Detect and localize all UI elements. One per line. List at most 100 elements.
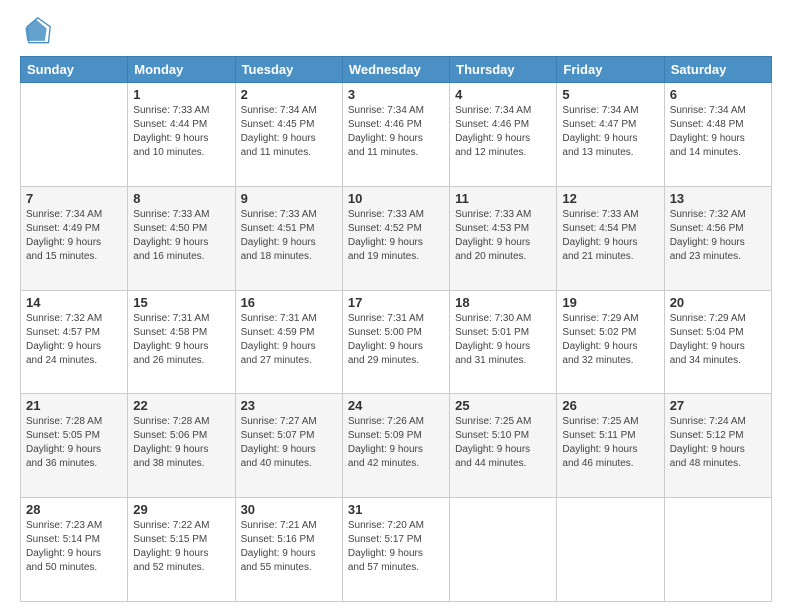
- calendar-cell: 17 Sunrise: 7:31 AMSunset: 5:00 PMDayligh…: [342, 290, 449, 394]
- calendar-cell: 30 Sunrise: 7:21 AMSunset: 5:16 PMDayligh…: [235, 498, 342, 602]
- calendar-body: 1Sunrise: 7:33 AMSunset: 4:44 PMDaylight…: [21, 83, 772, 602]
- day-info: Sunrise: 7:34 AMSunset: 4:46 PMDaylight:…: [348, 104, 444, 160]
- day-header-friday: Friday: [557, 57, 664, 83]
- day-number: 11: [455, 191, 551, 206]
- day-number: 15: [133, 295, 229, 310]
- day-number: 22: [133, 398, 229, 413]
- week-row-1: 1Sunrise: 7:33 AMSunset: 4:44 PMDaylight…: [21, 83, 772, 187]
- calendar-cell: 22 Sunrise: 7:28 AMSunset: 5:06 PMDayligh…: [128, 394, 235, 498]
- calendar-cell: 18Sunrise: 7:30 AMSunset: 5:01 PMDayligh…: [450, 290, 557, 394]
- calendar-cell: 23 Sunrise: 7:27 AMSunset: 5:07 PMDayligh…: [235, 394, 342, 498]
- day-number: 31: [348, 502, 444, 517]
- day-number: 28: [26, 502, 122, 517]
- day-info: Sunrise: 7:28 AMSunset: 5:05 PMDaylight:…: [26, 415, 122, 471]
- day-number: 25: [455, 398, 551, 413]
- calendar-cell: 28 Sunrise: 7:23 AMSunset: 5:14 PMDayligh…: [21, 498, 128, 602]
- day-info: Sunrise: 7:31 AMSunset: 4:58 PMDaylight:…: [133, 312, 229, 368]
- logo-icon: [20, 16, 52, 48]
- calendar-table: SundayMondayTuesdayWednesdayThursdayFrid…: [20, 56, 772, 602]
- day-info: Sunrise: 7:25 AMSunset: 5:11 PMDaylight:…: [562, 415, 658, 471]
- day-header-sunday: Sunday: [21, 57, 128, 83]
- day-info: Sunrise: 7:29 AMSunset: 5:02 PMDaylight:…: [562, 312, 658, 368]
- calendar-cell: 10 Sunrise: 7:33 AMSunset: 4:52 PMDayligh…: [342, 186, 449, 290]
- calendar-cell: 3 Sunrise: 7:34 AMSunset: 4:46 PMDaylight…: [342, 83, 449, 187]
- calendar-cell: 20 Sunrise: 7:29 AMSunset: 5:04 PMDayligh…: [664, 290, 771, 394]
- day-number: 26: [562, 398, 658, 413]
- day-info: Sunrise: 7:27 AMSunset: 5:07 PMDaylight:…: [241, 415, 337, 471]
- day-number: 9: [241, 191, 337, 206]
- day-number: 6: [670, 87, 766, 102]
- calendar-cell: 14Sunrise: 7:32 AMSunset: 4:57 PMDayligh…: [21, 290, 128, 394]
- day-info: Sunrise: 7:34 AMSunset: 4:47 PMDaylight:…: [562, 104, 658, 160]
- calendar-cell: [557, 498, 664, 602]
- day-header-monday: Monday: [128, 57, 235, 83]
- day-info: Sunrise: 7:31 AMSunset: 5:00 PMDaylight:…: [348, 312, 444, 368]
- day-info: Sunrise: 7:30 AMSunset: 5:01 PMDaylight:…: [455, 312, 551, 368]
- day-number: 2: [241, 87, 337, 102]
- day-number: 19: [562, 295, 658, 310]
- day-info: Sunrise: 7:22 AMSunset: 5:15 PMDaylight:…: [133, 519, 229, 575]
- day-number: 27: [670, 398, 766, 413]
- calendar-cell: 16Sunrise: 7:31 AMSunset: 4:59 PMDayligh…: [235, 290, 342, 394]
- day-info: Sunrise: 7:23 AMSunset: 5:14 PMDaylight:…: [26, 519, 122, 575]
- day-header-thursday: Thursday: [450, 57, 557, 83]
- day-info: Sunrise: 7:34 AMSunset: 4:45 PMDaylight:…: [241, 104, 337, 160]
- day-info: Sunrise: 7:20 AMSunset: 5:17 PMDaylight:…: [348, 519, 444, 575]
- day-number: 17: [348, 295, 444, 310]
- calendar-cell: 1Sunrise: 7:33 AMSunset: 4:44 PMDaylight…: [128, 83, 235, 187]
- week-row-3: 14Sunrise: 7:32 AMSunset: 4:57 PMDayligh…: [21, 290, 772, 394]
- calendar-cell: 25 Sunrise: 7:25 AMSunset: 5:10 PMDayligh…: [450, 394, 557, 498]
- header: [20, 16, 772, 48]
- calendar-cell: 13 Sunrise: 7:32 AMSunset: 4:56 PMDayligh…: [664, 186, 771, 290]
- day-info: Sunrise: 7:33 AMSunset: 4:52 PMDaylight:…: [348, 208, 444, 264]
- day-number: 16: [241, 295, 337, 310]
- calendar-cell: 26 Sunrise: 7:25 AMSunset: 5:11 PMDayligh…: [557, 394, 664, 498]
- calendar-cell: [450, 498, 557, 602]
- day-number: 12: [562, 191, 658, 206]
- day-number: 10: [348, 191, 444, 206]
- calendar-cell: 24 Sunrise: 7:26 AMSunset: 5:09 PMDayligh…: [342, 394, 449, 498]
- day-info: Sunrise: 7:33 AMSunset: 4:51 PMDaylight:…: [241, 208, 337, 264]
- calendar-cell: 6 Sunrise: 7:34 AMSunset: 4:48 PMDaylight…: [664, 83, 771, 187]
- day-number: 23: [241, 398, 337, 413]
- header-row: SundayMondayTuesdayWednesdayThursdayFrid…: [21, 57, 772, 83]
- logo: [20, 16, 56, 48]
- day-number: 13: [670, 191, 766, 206]
- day-number: 4: [455, 87, 551, 102]
- calendar-cell: 29 Sunrise: 7:22 AMSunset: 5:15 PMDayligh…: [128, 498, 235, 602]
- day-info: Sunrise: 7:33 AMSunset: 4:50 PMDaylight:…: [133, 208, 229, 264]
- calendar-header: SundayMondayTuesdayWednesdayThursdayFrid…: [21, 57, 772, 83]
- day-info: Sunrise: 7:28 AMSunset: 5:06 PMDaylight:…: [133, 415, 229, 471]
- page: SundayMondayTuesdayWednesdayThursdayFrid…: [0, 0, 792, 612]
- day-info: Sunrise: 7:25 AMSunset: 5:10 PMDaylight:…: [455, 415, 551, 471]
- day-info: Sunrise: 7:29 AMSunset: 5:04 PMDaylight:…: [670, 312, 766, 368]
- day-info: Sunrise: 7:21 AMSunset: 5:16 PMDaylight:…: [241, 519, 337, 575]
- calendar-cell: 4Sunrise: 7:34 AMSunset: 4:46 PMDaylight…: [450, 83, 557, 187]
- calendar-cell: 15 Sunrise: 7:31 AMSunset: 4:58 PMDayligh…: [128, 290, 235, 394]
- day-header-tuesday: Tuesday: [235, 57, 342, 83]
- day-number: 3: [348, 87, 444, 102]
- calendar-cell: 11Sunrise: 7:33 AMSunset: 4:53 PMDayligh…: [450, 186, 557, 290]
- day-number: 24: [348, 398, 444, 413]
- day-info: Sunrise: 7:32 AMSunset: 4:57 PMDaylight:…: [26, 312, 122, 368]
- calendar-cell: 19 Sunrise: 7:29 AMSunset: 5:02 PMDayligh…: [557, 290, 664, 394]
- calendar-cell: 9 Sunrise: 7:33 AMSunset: 4:51 PMDaylight…: [235, 186, 342, 290]
- day-info: Sunrise: 7:34 AMSunset: 4:48 PMDaylight:…: [670, 104, 766, 160]
- day-header-saturday: Saturday: [664, 57, 771, 83]
- day-info: Sunrise: 7:32 AMSunset: 4:56 PMDaylight:…: [670, 208, 766, 264]
- day-number: 29: [133, 502, 229, 517]
- calendar-cell: 21 Sunrise: 7:28 AMSunset: 5:05 PMDayligh…: [21, 394, 128, 498]
- day-number: 7: [26, 191, 122, 206]
- day-number: 21: [26, 398, 122, 413]
- day-number: 8: [133, 191, 229, 206]
- day-number: 30: [241, 502, 337, 517]
- day-number: 20: [670, 295, 766, 310]
- week-row-5: 28 Sunrise: 7:23 AMSunset: 5:14 PMDayligh…: [21, 498, 772, 602]
- day-info: Sunrise: 7:34 AMSunset: 4:49 PMDaylight:…: [26, 208, 122, 264]
- day-info: Sunrise: 7:26 AMSunset: 5:09 PMDaylight:…: [348, 415, 444, 471]
- day-info: Sunrise: 7:33 AMSunset: 4:44 PMDaylight:…: [133, 104, 229, 160]
- calendar-cell: 27 Sunrise: 7:24 AMSunset: 5:12 PMDayligh…: [664, 394, 771, 498]
- day-info: Sunrise: 7:24 AMSunset: 5:12 PMDaylight:…: [670, 415, 766, 471]
- calendar-cell: 12Sunrise: 7:33 AMSunset: 4:54 PMDayligh…: [557, 186, 664, 290]
- calendar-cell: 5Sunrise: 7:34 AMSunset: 4:47 PMDaylight…: [557, 83, 664, 187]
